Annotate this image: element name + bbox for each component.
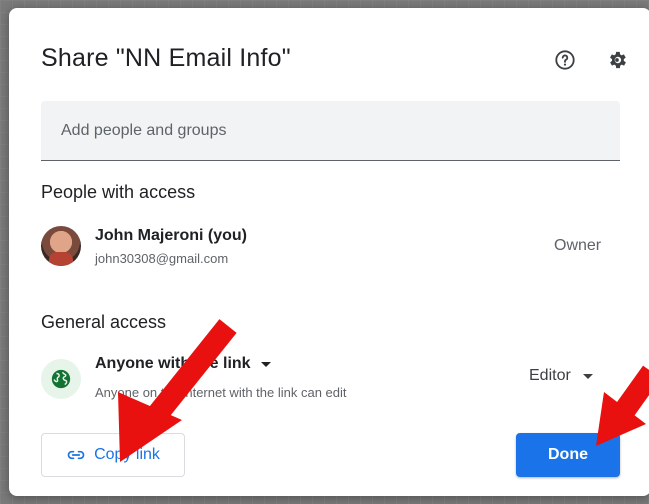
help-button[interactable] <box>551 46 579 74</box>
share-dialog: Share "NN Email Info" People with access… <box>9 8 649 496</box>
settings-button[interactable] <box>603 46 631 74</box>
person-email: john30308@gmail.com <box>95 251 229 266</box>
general-access-heading: General access <box>41 312 167 332</box>
dialog-title: Share "NN Email Info" <box>41 44 291 72</box>
access-role-value: Editor <box>529 367 571 384</box>
done-button[interactable]: Done <box>516 433 620 477</box>
copy-link-label: Copy link <box>94 446 160 463</box>
people-with-access-heading: People with access <box>41 182 196 202</box>
general-access-value: Anyone with the link <box>95 355 251 372</box>
globe-icon <box>51 369 71 389</box>
help-circle-icon <box>555 50 575 70</box>
gear-icon <box>610 51 626 69</box>
access-role-dropdown[interactable]: Editor <box>529 367 593 385</box>
person-name: John Majeroni (you) <box>95 227 247 244</box>
add-people-input[interactable] <box>41 101 620 160</box>
general-access-dropdown[interactable]: Anyone with the link <box>95 355 271 373</box>
add-people-field[interactable] <box>41 101 620 161</box>
copy-link-button[interactable]: Copy link <box>41 433 185 477</box>
link-icon <box>67 450 85 460</box>
chevron-down-icon <box>260 361 271 367</box>
chevron-down-icon <box>582 373 593 379</box>
general-access-description: Anyone on the internet with the link can… <box>95 385 347 400</box>
globe-icon-badge <box>41 359 81 399</box>
avatar <box>41 226 81 266</box>
person-role: Owner <box>554 237 602 254</box>
